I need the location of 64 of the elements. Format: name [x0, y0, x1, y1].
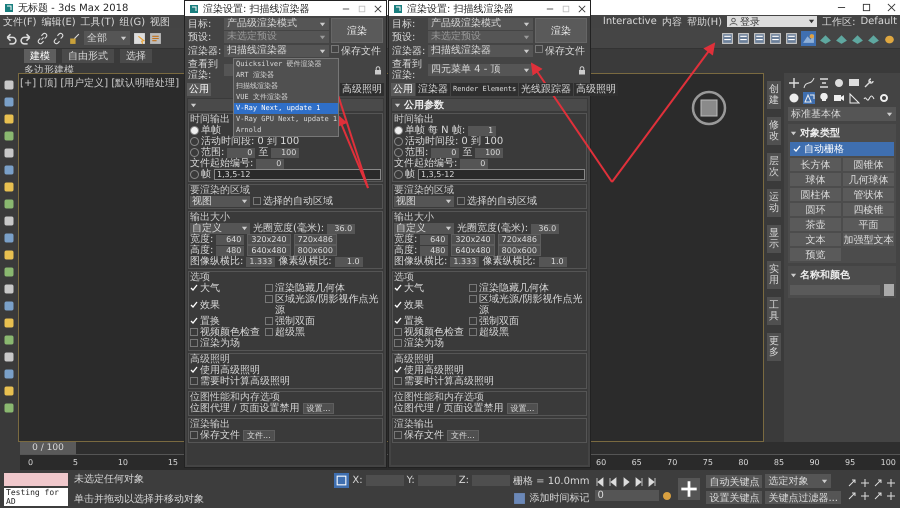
group-heading: 输出大小: [190, 212, 230, 223]
setting-label: 高度:: [394, 245, 418, 256]
z-label: Z:: [458, 475, 469, 486]
frame-tick-label: 5: [72, 458, 78, 467]
y-label: Y:: [406, 475, 415, 486]
setting-label: 高度:: [190, 245, 214, 256]
prompt-text: 单击并拖动以选择并移动对象: [74, 492, 204, 506]
frame-tick-label: 100: [880, 458, 896, 467]
workspace-label: 工作区:: [822, 16, 856, 28]
setting-label: 至: [258, 147, 268, 158]
frame-tick-label: 90: [809, 458, 820, 467]
x-label: X:: [352, 475, 363, 486]
setting-label: 图像纵横比:: [394, 256, 448, 267]
frame-tick-label: 60: [596, 458, 606, 467]
setting-label: 0 到 100: [461, 136, 504, 147]
group-heading: 输出大小: [394, 212, 434, 223]
field-label: 查看到渲染:: [392, 59, 423, 81]
field-label: 查看到渲染:: [188, 59, 219, 81]
frame-tick-label: 65: [632, 458, 642, 467]
grid-size-text: 栅格 = 10.0mm: [512, 474, 590, 488]
field-label: 渲染器:: [392, 46, 426, 56]
field-label: 预设:: [392, 32, 416, 42]
group-heading: 选项: [190, 272, 210, 283]
group-heading: 时间输出: [190, 114, 230, 125]
field-label: 预设:: [188, 32, 212, 42]
group-heading: 要渲染的区域: [394, 185, 454, 196]
dialog-title: 渲染设置: 扫描线渲染器: [407, 2, 514, 16]
group-heading: 时间输出: [394, 114, 434, 125]
setting-label: 每 N 帧:: [428, 125, 466, 136]
group-heading: 位图性能和内存选项: [394, 392, 484, 403]
setting-label: 位图代理 / 页面设置禁用: [394, 403, 504, 414]
setting-label: 至: [462, 147, 472, 158]
frame-tick-label: 80: [738, 458, 748, 467]
field-label: 目标:: [188, 18, 212, 30]
group-heading: 渲染输出: [394, 419, 434, 430]
setting-label: 宽度:: [190, 234, 214, 245]
setting-label: 像素纵横比:: [482, 256, 536, 267]
setting-label: 光圈宽度(毫米):: [457, 223, 528, 234]
field-label: 渲染器:: [188, 46, 222, 56]
group-heading: 高级照明: [394, 354, 434, 365]
setting-label: 文件起始编号:: [190, 158, 254, 169]
frame-tick-label: 85: [774, 458, 784, 467]
frame-tick-label: 10: [118, 458, 128, 467]
viewport-label: [+] [顶] [用户定义] [默认明暗处理]: [20, 76, 180, 90]
group-heading: 渲染输出: [190, 419, 230, 430]
frame-tick-label: 0: [28, 458, 34, 467]
setting-label: 宽度:: [394, 234, 418, 245]
group-heading: 要渲染的区域: [190, 185, 250, 196]
dialog-title: 渲染设置: 扫描线渲染器: [203, 2, 310, 16]
group-heading: 选项: [394, 272, 414, 283]
frame-tick-label: 75: [702, 458, 713, 467]
selection-status: 未选定任何对象: [74, 472, 145, 486]
field-label: 目标:: [392, 18, 416, 30]
frame-tick-label: 95: [845, 458, 856, 467]
setting-label: 文件起始编号:: [394, 158, 458, 169]
setting-label: 位图代理 / 页面设置禁用: [190, 403, 300, 414]
window-title: 无标题 - 3ds Max 2018: [18, 2, 128, 14]
group-heading: 位图性能和内存选项: [190, 392, 280, 403]
setting-label: 像素纵横比:: [278, 256, 332, 267]
frame-tick-label: 70: [667, 458, 678, 467]
frame-tick-label: 15: [168, 458, 178, 467]
group-heading: 高级照明: [190, 354, 230, 365]
setting-label: 图像纵横比:: [190, 256, 244, 267]
setting-label: 光圈宽度(毫米):: [253, 223, 324, 234]
